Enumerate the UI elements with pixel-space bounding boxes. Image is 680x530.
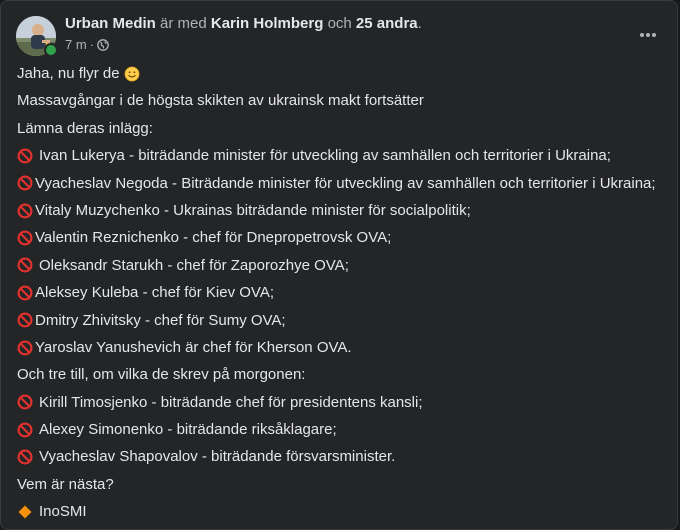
post-text: Kirill Timosjenko - biträdande chef för … bbox=[39, 393, 423, 411]
no-entry-sign-icon bbox=[17, 285, 33, 301]
no-entry-sign-icon bbox=[17, 148, 33, 164]
post-text: Jaha, nu flyr de bbox=[17, 65, 120, 82]
post-text-line: Dmitry Zhivitsky - chef för Sumy OVA; bbox=[17, 307, 667, 334]
post-text: Dmitry Zhivitsky - chef för Sumy OVA; bbox=[35, 311, 286, 329]
no-entry-sign-icon bbox=[17, 422, 33, 438]
post-meta: 7 m · bbox=[65, 37, 109, 53]
no-entry-sign-icon bbox=[17, 203, 33, 219]
others-link[interactable]: 25 andra bbox=[356, 15, 418, 32]
post-body: Jaha, nu flyr de Massavgångar i de högsta… bbox=[17, 60, 667, 526]
slightly-smiling-face-icon bbox=[124, 66, 140, 82]
post-text: Vyacheslav Shapovalov - biträdande försv… bbox=[39, 448, 396, 466]
more-options-icon bbox=[640, 33, 656, 37]
no-entry-sign-icon bbox=[17, 394, 33, 410]
with-text: är med bbox=[160, 15, 207, 32]
no-entry-sign-icon bbox=[17, 449, 33, 465]
post-text: Valentin Reznichenko - chef för Dneprope… bbox=[35, 229, 392, 247]
no-entry-sign-icon bbox=[17, 257, 33, 273]
globe-icon[interactable] bbox=[97, 39, 109, 51]
post-text: InoSMI bbox=[39, 503, 87, 521]
no-entry-sign-icon bbox=[17, 230, 33, 246]
post-text-line: Vitaly Muzychenko - Ukrainas biträdande … bbox=[17, 197, 667, 224]
post-text-line: Kirill Timosjenko - biträdande chef för … bbox=[17, 389, 667, 416]
post-text-line: InoSMI bbox=[17, 498, 667, 525]
post-header: Urban Medin är med Karin Holmberg och 25… bbox=[16, 15, 662, 57]
post-text-line: Lämna deras inlägg: bbox=[17, 115, 667, 142]
post-text-line: Valentin Reznichenko - chef för Dneprope… bbox=[17, 224, 667, 251]
post-text-line: Vyacheslav Negoda - Biträdande minister … bbox=[17, 170, 667, 197]
no-entry-sign-icon bbox=[17, 312, 33, 328]
meta-separator: · bbox=[89, 37, 95, 52]
post-text: Massavgångar i de högsta skikten av ukra… bbox=[17, 92, 424, 110]
post-text: Lämna deras inlägg: bbox=[17, 119, 153, 137]
online-status-dot bbox=[44, 43, 58, 57]
tagged-user-link[interactable]: Karin Holmberg bbox=[211, 15, 324, 32]
post-text: Vitaly Muzychenko - Ukrainas biträdande … bbox=[35, 201, 471, 219]
post-text: Aleksey Kuleba - chef för Kiev OVA; bbox=[35, 284, 274, 302]
more-options-button[interactable] bbox=[630, 17, 666, 53]
post-text: Oleksandr Starukh - chef för Zaporozhye … bbox=[39, 256, 349, 274]
author-link[interactable]: Urban Medin bbox=[65, 15, 156, 32]
post-text-line: Vem är nästa? bbox=[17, 471, 667, 498]
post-text-line: Jaha, nu flyr de bbox=[17, 60, 667, 87]
post-text-line: Yaroslav Yanushevich är chef för Kherson… bbox=[17, 334, 667, 361]
post-text-line: Ivan Lukerya - biträdande minister för u… bbox=[17, 142, 667, 169]
post-text: Vyacheslav Negoda - Biträdande minister … bbox=[35, 174, 656, 192]
and-text: och bbox=[327, 15, 352, 32]
no-entry-sign-icon bbox=[17, 175, 33, 191]
post-text-line: Vyacheslav Shapovalov - biträdande försv… bbox=[17, 443, 667, 470]
post-text: Och tre till, om vilka de skrev på morgo… bbox=[17, 366, 306, 384]
post-card: Urban Medin är med Karin Holmberg och 25… bbox=[0, 0, 678, 530]
no-entry-sign-icon bbox=[17, 340, 33, 356]
timestamp-link[interactable]: 7 m bbox=[65, 37, 87, 53]
post-text: Ivan Lukerya - biträdande minister för u… bbox=[39, 147, 611, 165]
post-text-line: Massavgångar i de högsta skikten av ukra… bbox=[17, 87, 667, 114]
post-text-line: Och tre till, om vilka de skrev på morgo… bbox=[17, 361, 667, 388]
post-text-line: Oleksandr Starukh - chef för Zaporozhye … bbox=[17, 252, 667, 279]
post-text: Yaroslav Yanushevich är chef för Kherson… bbox=[35, 338, 352, 356]
orange-diamond-icon bbox=[17, 504, 33, 520]
post-text-line: Aleksey Kuleba - chef för Kiev OVA; bbox=[17, 279, 667, 306]
title-period: . bbox=[417, 15, 422, 32]
post-text-line: Alexey Simonenko - biträdande riksåklaga… bbox=[17, 416, 667, 443]
post-title-line: Urban Medin är med Karin Holmberg och 25… bbox=[65, 15, 422, 33]
post-text: Alexey Simonenko - biträdande riksåklaga… bbox=[39, 421, 337, 439]
post-text: Vem är nästa? bbox=[17, 475, 114, 493]
